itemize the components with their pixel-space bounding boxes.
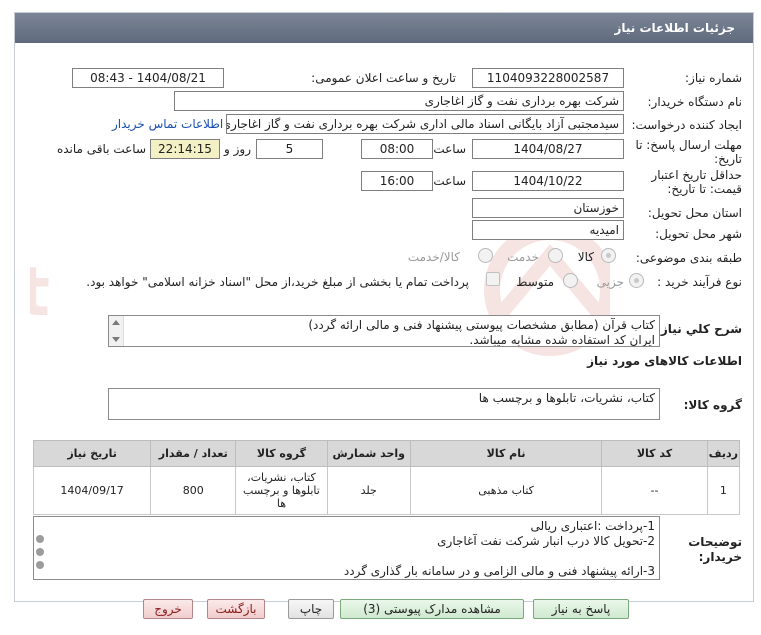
cell-unit: جلد	[326, 466, 411, 515]
col-item-name: نام کالا	[409, 440, 603, 467]
col-unit: واحد شمارش	[326, 440, 411, 467]
city-field: امیدیه	[472, 220, 624, 240]
city-label: شهر محل تحویل:	[655, 227, 742, 241]
buyer-contact-link[interactable]: اطلاعات تماس خریدار	[112, 117, 223, 131]
buyer-org-field: شرکت بهره برداری نفت و گاز اغاجاری	[174, 91, 624, 111]
col-need-date: تاریخ نیاز	[32, 440, 152, 467]
category-radio-goods-service[interactable]	[478, 248, 493, 263]
category-radio-service[interactable]	[548, 248, 563, 263]
province-label: استان محل تحویل:	[647, 206, 742, 220]
goods-group-field: کتاب، نشریات، تابلوها و برچسب ها	[108, 388, 660, 420]
deadline-label-line2: تاریخ:	[714, 152, 742, 166]
cell-item-name: کتاب مذهبی	[409, 466, 603, 515]
buyer-notes-textarea[interactable]: 1-پرداخت :اعتباری ریالی 2-تحویل کالا درب…	[33, 516, 660, 580]
col-quantity: تعداد / مقدار	[150, 440, 237, 467]
col-item-group: گروه کالا	[235, 440, 328, 467]
price-validity-label-line1: حداقل تاریخ اعتبار	[651, 168, 742, 182]
remaining-time-field: 22:14:15	[150, 139, 220, 159]
summary-scrollbar[interactable]	[109, 316, 124, 346]
goods-group-value: کتاب، نشریات، تابلوها و برچسب ها	[478, 391, 655, 405]
goods-section-title: اطلاعات کالاهای مورد نیاز	[587, 354, 742, 368]
buyer-notes-line-3	[56, 549, 655, 564]
back-button[interactable]: بازگشت	[207, 599, 265, 619]
col-row-number: ردیف	[706, 440, 741, 467]
table-header-row: ردیف کد کالا نام کالا واحد شمارش گروه کا…	[32, 440, 741, 467]
remaining-time-label: ساعت باقی مانده	[56, 142, 146, 156]
announce-datetime-label: تاریخ و ساعت اعلان عمومی:	[311, 71, 456, 85]
announce-datetime-field: 1404/08/21 - 08:43	[72, 68, 224, 88]
requester-field: سیدمجتبی آزاد بایگانی اسناد مالی اداری ش…	[226, 114, 624, 134]
buyer-notes-line-2: 2-تحویل کالا درب انبار شرکت نفت آغاجاری	[437, 534, 655, 548]
print-button[interactable]: چاپ	[288, 599, 334, 619]
buyer-notes-label-line1: توضیحات	[688, 535, 742, 549]
category-option-goods-service: کالا/خدمت	[407, 250, 460, 264]
summary-textarea[interactable]: کتاب قرآن (مطابق مشخصات پیوستی پیشنهاد ف…	[108, 315, 660, 347]
deadline-time-label: ساعت	[433, 142, 466, 156]
deadline-days-label: روز و	[224, 142, 251, 156]
purchase-type-label: نوع فرآیند خرید :	[657, 275, 742, 289]
purchase-option-minor: جزیی	[596, 275, 624, 289]
summary-line-1: کتاب قرآن (مطابق مشخصات پیوستی پیشنهاد ف…	[308, 318, 655, 332]
cell-item-code: --	[601, 466, 708, 515]
buyer-notes-line-4: 3-ارائه پیشنهاد فنی و مالی الزامی و در س…	[343, 564, 655, 578]
price-validity-time-field: 16:00	[361, 171, 433, 191]
treasury-note: پرداخت تمام یا بخشی از مبلغ خرید،از محل …	[86, 275, 469, 289]
category-radio-goods[interactable]	[601, 248, 616, 263]
category-label: طبقه بندی موضوعی:	[635, 251, 742, 265]
reply-button[interactable]: پاسخ به نیاز	[533, 599, 629, 619]
summary-label: شرح کلي نياز:	[656, 322, 742, 336]
view-attachments-button[interactable]: مشاهده مدارک پیوستی (3)	[340, 599, 524, 619]
buyer-org-label: نام دستگاه خریدار:	[647, 95, 743, 109]
deadline-days-field: 5	[256, 139, 323, 159]
buyer-notes-label-line2: خریدار:	[698, 550, 742, 564]
price-validity-label-line2: قیمت: تا تاریخ:	[667, 182, 742, 196]
col-item-code: کد کالا	[601, 440, 708, 467]
cell-row-number: 1	[706, 466, 741, 515]
price-validity-date-field: 1404/10/22	[472, 171, 624, 191]
cell-item-group: کتاب، نشریات، تابلوها و برچسب ها	[235, 466, 328, 515]
notes-scroll-indicator[interactable]	[33, 530, 47, 580]
summary-line-2: ایران کد استفاده شده مشابه میباشد.	[469, 333, 655, 347]
price-validity-time-label: ساعت	[433, 174, 466, 188]
need-number-label: شماره نیاز:	[685, 71, 742, 85]
exit-button[interactable]: خروج	[143, 599, 193, 619]
province-field: خوزستان	[472, 198, 624, 218]
purchase-option-medium: متوسط	[516, 275, 554, 289]
deadline-date-field: 1404/08/27	[472, 139, 624, 159]
category-option-service: خدمت	[507, 250, 539, 264]
category-option-goods: کالا	[577, 250, 594, 264]
items-table: ردیف کد کالا نام کالا واحد شمارش گروه کا…	[32, 440, 741, 515]
table-row: 1 -- کتاب مذهبی جلد کتاب، نشریات، تابلوه…	[32, 466, 741, 515]
panel-title: جزئیات اطلاعات نیاز	[15, 13, 753, 43]
goods-group-label: گروه کالا:	[683, 398, 742, 412]
cell-quantity: 800	[150, 466, 237, 515]
purchase-radio-medium[interactable]	[563, 273, 578, 288]
treasury-checkbox[interactable]	[486, 272, 500, 286]
deadline-time-field: 08:00	[361, 139, 433, 159]
requester-label: ایجاد کننده درخواست:	[631, 118, 742, 132]
deadline-label-line1: مهلت ارسال پاسخ: تا	[635, 138, 742, 152]
cell-need-date: 1404/09/17	[32, 466, 152, 515]
buyer-notes-line-1: 1-پرداخت :اعتباری ریالی	[530, 519, 655, 533]
need-number-field: 1104093228002587	[472, 68, 624, 88]
purchase-radio-minor[interactable]	[629, 273, 644, 288]
